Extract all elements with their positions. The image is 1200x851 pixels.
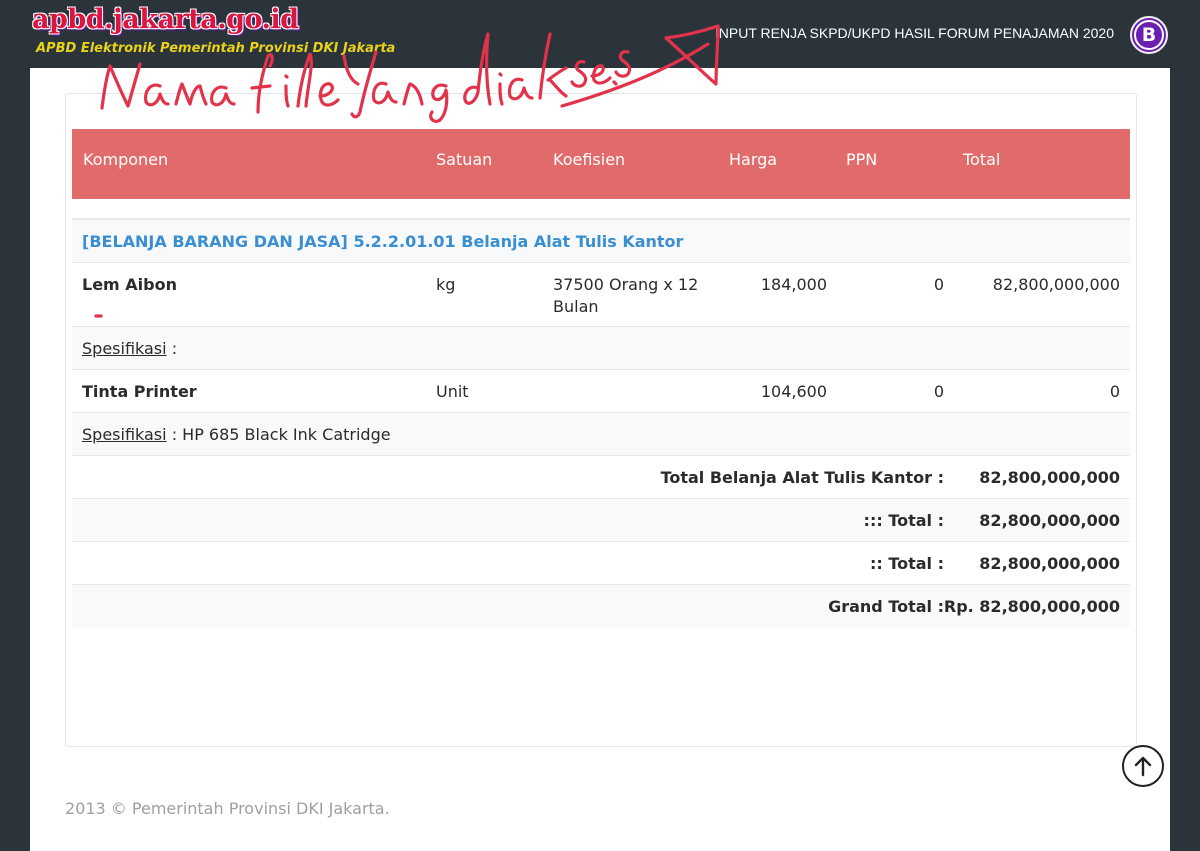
total-label: Total Belanja Alat Tulis Kantor : (660, 468, 944, 487)
item-harga: 184,000 (760, 275, 827, 294)
footer-copyright: 2013 © Pemerintah Provinsi DKI Jakarta. (65, 799, 390, 818)
total-row: Total Belanja Alat Tulis Kantor : 82,800… (72, 456, 1130, 499)
column-header-harga: Harga (729, 150, 778, 169)
column-header-komponen: Komponen (83, 150, 169, 169)
spec-label: Spesifikasi (82, 425, 167, 444)
item-komponen: Lem Aibon (82, 275, 177, 294)
column-header-ppn: PPN (846, 150, 878, 169)
table-body: [BELANJA BARANG DAN JASA] 5.2.2.01.01 Be… (72, 218, 1130, 627)
group-title[interactable]: [BELANJA BARANG DAN JASA] 5.2.2.01.01 Be… (82, 231, 683, 253)
spec-cell: Spesifikasi : (82, 338, 177, 360)
item-total: 0 (1109, 382, 1120, 401)
total-value: 82,800,000,000 (979, 468, 1120, 487)
spec-label: Spesifikasi (82, 339, 167, 358)
total-value: 82,800,000,000 (979, 554, 1120, 573)
item-koefisien: 37500 Orang x 12 Bulan (553, 275, 699, 316)
budget-table: Komponen Satuan Koefisien Harga PPN Tota… (72, 129, 1130, 627)
total-row: :: Total : 82,800,000,000 (72, 542, 1130, 585)
table-header: Komponen Satuan Koefisien Harga PPN Tota… (72, 129, 1130, 199)
table-row: Tinta Printer Unit 104,600 0 0 (72, 370, 1130, 413)
item-ppn: 0 (933, 275, 944, 294)
item-total: 82,800,000,000 (992, 275, 1120, 294)
item-komponen: Tinta Printer (82, 382, 197, 401)
budget-card: Komponen Satuan Koefisien Harga PPN Tota… (65, 93, 1137, 747)
column-header-total: Total (963, 150, 1001, 169)
total-value: 82,800,000,000 (979, 511, 1120, 530)
spec-value: : HP 685 Black Ink Catridge (171, 425, 391, 444)
grand-total-label: Grand Total : (828, 597, 944, 616)
arrow-up-icon (1134, 756, 1152, 777)
b-badge-icon[interactable]: B (1130, 16, 1168, 54)
spec-row: Spesifikasi : HP 685 Black Ink Catridge (72, 413, 1130, 456)
total-label: :: Total : (869, 554, 944, 573)
column-header-koefisien: Koefisien (553, 150, 626, 169)
site-logo-title[interactable]: apbd.jakarta.go.id (32, 4, 299, 35)
item-ppn: 0 (933, 382, 944, 401)
main-content: Komponen Satuan Koefisien Harga PPN Tota… (30, 68, 1170, 851)
item-satuan: kg (436, 275, 456, 294)
item-satuan: Unit (436, 382, 469, 401)
table-row: Lem Aibon kg 37500 Orang x 12 Bulan 184,… (72, 263, 1130, 327)
total-row: ::: Total : 82,800,000,000 (72, 499, 1130, 542)
arrow-up-circle-icon[interactable] (1122, 745, 1164, 787)
grand-total-value: Rp. 82,800,000,000 (943, 597, 1120, 616)
spec-value: : (171, 339, 178, 358)
brand-badge-letter: B (1134, 20, 1164, 50)
item-harga: 104,600 (760, 382, 827, 401)
column-header-satuan: Satuan (436, 150, 493, 169)
site-logo-subtitle: APBD Elektronik Pemerintah Provinsi DKI … (36, 41, 396, 56)
spec-row: Spesifikasi : (72, 327, 1130, 370)
grand-total-row: Grand Total : Rp. 82,800,000,000 (72, 585, 1130, 627)
group-row: [BELANJA BARANG DAN JASA] 5.2.2.01.01 Be… (72, 220, 1130, 263)
page-title: INPUT RENJA SKPD/UKPD HASIL FORUM PENAJA… (714, 25, 1114, 41)
top-bar: apbd.jakarta.go.id APBD Elektronik Pemer… (0, 0, 1200, 68)
spec-cell: Spesifikasi : HP 685 Black Ink Catridge (82, 424, 391, 446)
total-label: ::: Total : (863, 511, 944, 530)
